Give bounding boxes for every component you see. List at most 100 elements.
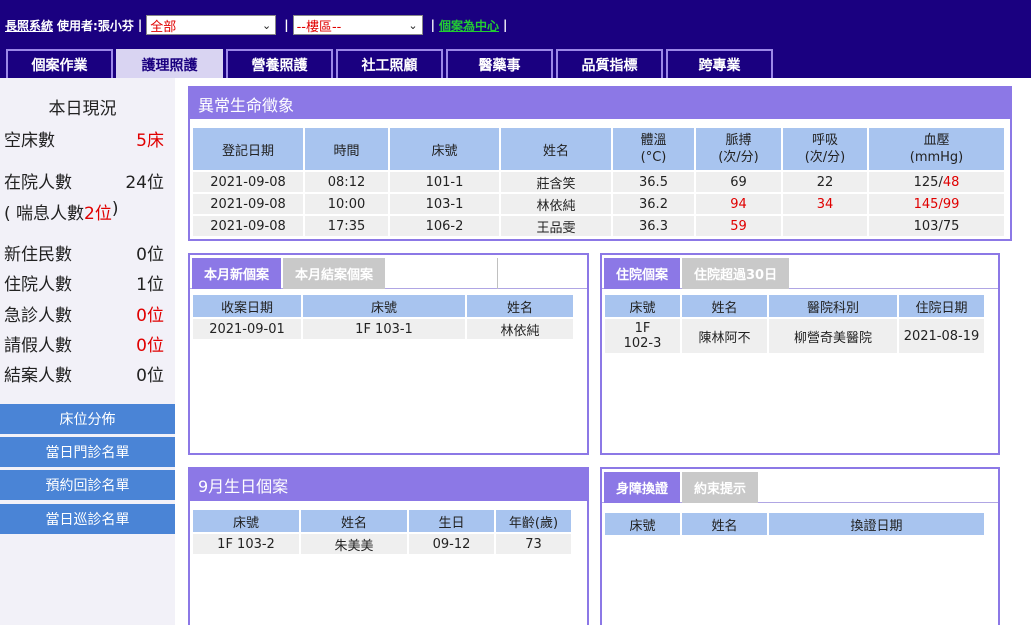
col-name: 姓名 <box>301 510 407 532</box>
stat-value: 0位 <box>136 245 164 265</box>
cell-temp: 36.5 <box>613 172 694 192</box>
tab-cross-discipline[interactable]: 跨專業 <box>666 49 773 78</box>
cell-date: 2021-09-08 <box>193 216 303 236</box>
col-pulse: 脈搏 (次/分) <box>696 128 781 170</box>
tab-disability-renewal[interactable]: 身障換證 <box>604 472 681 503</box>
stat-value: 1位 <box>136 275 164 295</box>
cell-temp: 36.3 <box>613 216 694 236</box>
col-admit-date: 住院日期 <box>899 295 984 317</box>
stat-label: ( 喘息人數 <box>4 204 85 224</box>
col-name: 姓名 <box>501 128 611 170</box>
birthday-table: 床號 姓名 生日 年齡(歲) 1F 103-2 朱美美 09-12 73 <box>191 508 573 556</box>
col-name: 姓名 <box>467 295 573 317</box>
hospitalized-table: 床號 姓名 醫院科別 住院日期 1F 102-3 陳林阿不 柳營奇美醫院 2021… <box>603 293 986 355</box>
col-bed: 床號 <box>605 513 680 535</box>
cell-temp: 36.2 <box>613 194 694 214</box>
cell-time: 10:00 <box>305 194 388 214</box>
tab-restraint-alert[interactable]: 約束提示 <box>682 472 759 503</box>
new-cases-tabs: 本月新個案 本月結案個案 <box>190 255 587 289</box>
area-select[interactable]: 全部 ⌄ <box>146 15 277 35</box>
stat-value: 0位 <box>136 366 164 386</box>
table-header-row: 床號 姓名 換證日期 <box>605 513 984 535</box>
today-ward-round-list-button[interactable]: 當日巡診名單 <box>0 504 175 534</box>
stat-value: 0位 <box>136 306 164 326</box>
disability-certificate-panel: 身障換證 約束提示 床號 姓名 換證日期 <box>600 467 1000 625</box>
cell-bp: 145/99 <box>869 194 1004 214</box>
col-renewal-date: 換證日期 <box>769 513 984 535</box>
cell-name: 林依純 <box>467 319 573 339</box>
abnormal-vitals-panel: 異常生命徵象 登記日期 時間 床號 姓名 體溫 (°C) 脈搏 (次/分) 呼吸… <box>188 86 1012 241</box>
col-name: 姓名 <box>682 513 767 535</box>
tab-closed-cases-month[interactable]: 本月結案個案 <box>283 258 386 289</box>
tab-nursing-care[interactable]: 護理照護 <box>116 49 223 78</box>
tab-new-cases-month[interactable]: 本月新個案 <box>192 258 282 289</box>
tab-medication[interactable]: 醫藥事 <box>446 49 553 78</box>
system-name-link[interactable]: 長照系統 <box>5 17 53 34</box>
table-row[interactable]: 1F 102-3 陳林阿不 柳營奇美醫院 2021-08-19 <box>605 319 984 353</box>
chevron-down-icon: ⌄ <box>408 18 418 32</box>
table-row[interactable]: 2021-09-08 17:35 106-2 王品雯 36.3 59 103/7… <box>193 216 1004 236</box>
cell-pulse: 69 <box>696 172 781 192</box>
cell-bed: 103-1 <box>390 194 499 214</box>
table-header-row: 收案日期 床號 姓名 <box>193 295 573 317</box>
cell-bp: 125/48 <box>869 172 1004 192</box>
tab-hospitalized-over-30-days[interactable]: 住院超過30日 <box>682 258 790 289</box>
cell-date: 2021-09-08 <box>193 172 303 192</box>
chevron-down-icon: ⌄ <box>262 18 272 32</box>
cell-pulse: 59 <box>696 216 781 236</box>
stat-empty-beds: 空床數 5床 <box>4 126 164 151</box>
cell-bed: 101-1 <box>390 172 499 192</box>
floor-select[interactable]: --樓區-- ⌄ <box>292 15 423 35</box>
cell-bed: 1F 103-1 <box>303 319 465 339</box>
separator: | <box>137 18 143 32</box>
col-hospital: 醫院科別 <box>769 295 897 317</box>
col-intake-date: 收案日期 <box>193 295 301 317</box>
stat-value: 2位 <box>84 204 112 224</box>
stat-in-hospital: 在院人數 24位 <box>4 168 164 193</box>
panel-title: 異常生命徵象 <box>190 88 1010 119</box>
col-date: 登記日期 <box>193 128 303 170</box>
sidebar: 本日現況 空床數 5床 在院人數 24位 ( 喘息人數 2位 ) 新住民數 0位… <box>0 78 175 625</box>
tab-quality-index[interactable]: 品質指標 <box>556 49 663 78</box>
appointment-revisit-list-button[interactable]: 預約回診名單 <box>0 470 175 500</box>
col-bed: 床號 <box>193 510 299 532</box>
table-row[interactable]: 2021-09-08 08:12 101-1 莊含笑 36.5 69 22 12… <box>193 172 1004 192</box>
birthday-cases-panel: 9月生日個案 床號 姓名 生日 年齡(歲) 1F 103-2 朱美美 09-12… <box>188 467 589 625</box>
cell-date: 2021-09-01 <box>193 319 301 339</box>
table-row[interactable]: 2021-09-08 10:00 103-1 林依純 36.2 94 34 14… <box>193 194 1004 214</box>
case-center-link[interactable]: 個案為中心 <box>439 17 499 34</box>
stat-value: 0位 <box>136 336 164 356</box>
hospitalized-tabs: 住院個案 住院超過30日 <box>602 255 998 289</box>
area-select-value: 全部 <box>150 19 177 35</box>
col-bed: 床號 <box>605 295 680 317</box>
cell-name: 莊含笑 <box>501 172 611 192</box>
tab-nutrition-care[interactable]: 營養照護 <box>226 49 333 78</box>
cell-time: 08:12 <box>305 172 388 192</box>
floor-select-value: --樓區-- <box>296 19 342 35</box>
cell-date: 2021-09-08 <box>193 194 303 214</box>
col-bed: 床號 <box>303 295 465 317</box>
table-row[interactable]: 1F 103-2 朱美美 09-12 73 <box>193 534 571 554</box>
separator: | <box>284 18 289 32</box>
vitals-table: 登記日期 時間 床號 姓名 體溫 (°C) 脈搏 (次/分) 呼吸 (次/分) … <box>191 126 1006 238</box>
sidebar-title: 本日現況 <box>48 99 117 119</box>
tab-social-work[interactable]: 社工照顧 <box>336 49 443 78</box>
stat-respite: ( 喘息人數 2位 ) <box>4 199 164 224</box>
cell-name: 陳林阿不 <box>682 319 767 353</box>
bed-distribution-button[interactable]: 床位分佈 <box>0 404 175 434</box>
today-clinic-list-button[interactable]: 當日門診名單 <box>0 437 175 467</box>
table-row[interactable]: 2021-09-01 1F 103-1 林依純 <box>193 319 573 339</box>
cell-birthday: 09-12 <box>409 534 494 554</box>
separator: | <box>430 18 435 32</box>
tab-hospitalized-cases[interactable]: 住院個案 <box>604 258 681 289</box>
hospitalized-cases-panel: 住院個案 住院超過30日 床號 姓名 醫院科別 住院日期 1F 102-3 陳林阿… <box>600 253 1000 455</box>
table-header-row: 床號 姓名 生日 年齡(歲) <box>193 510 571 532</box>
col-age: 年齡(歲) <box>496 510 571 532</box>
cell-resp: 22 <box>783 172 867 192</box>
tab-case-work[interactable]: 個案作業 <box>6 49 113 78</box>
disability-tabs: 身障換證 約束提示 <box>602 469 998 503</box>
col-temp: 體溫 (°C) <box>613 128 694 170</box>
cell-resp: 34 <box>783 194 867 214</box>
stat-closed: 結案人數 0位 <box>4 361 164 386</box>
col-resp: 呼吸 (次/分) <box>783 128 867 170</box>
